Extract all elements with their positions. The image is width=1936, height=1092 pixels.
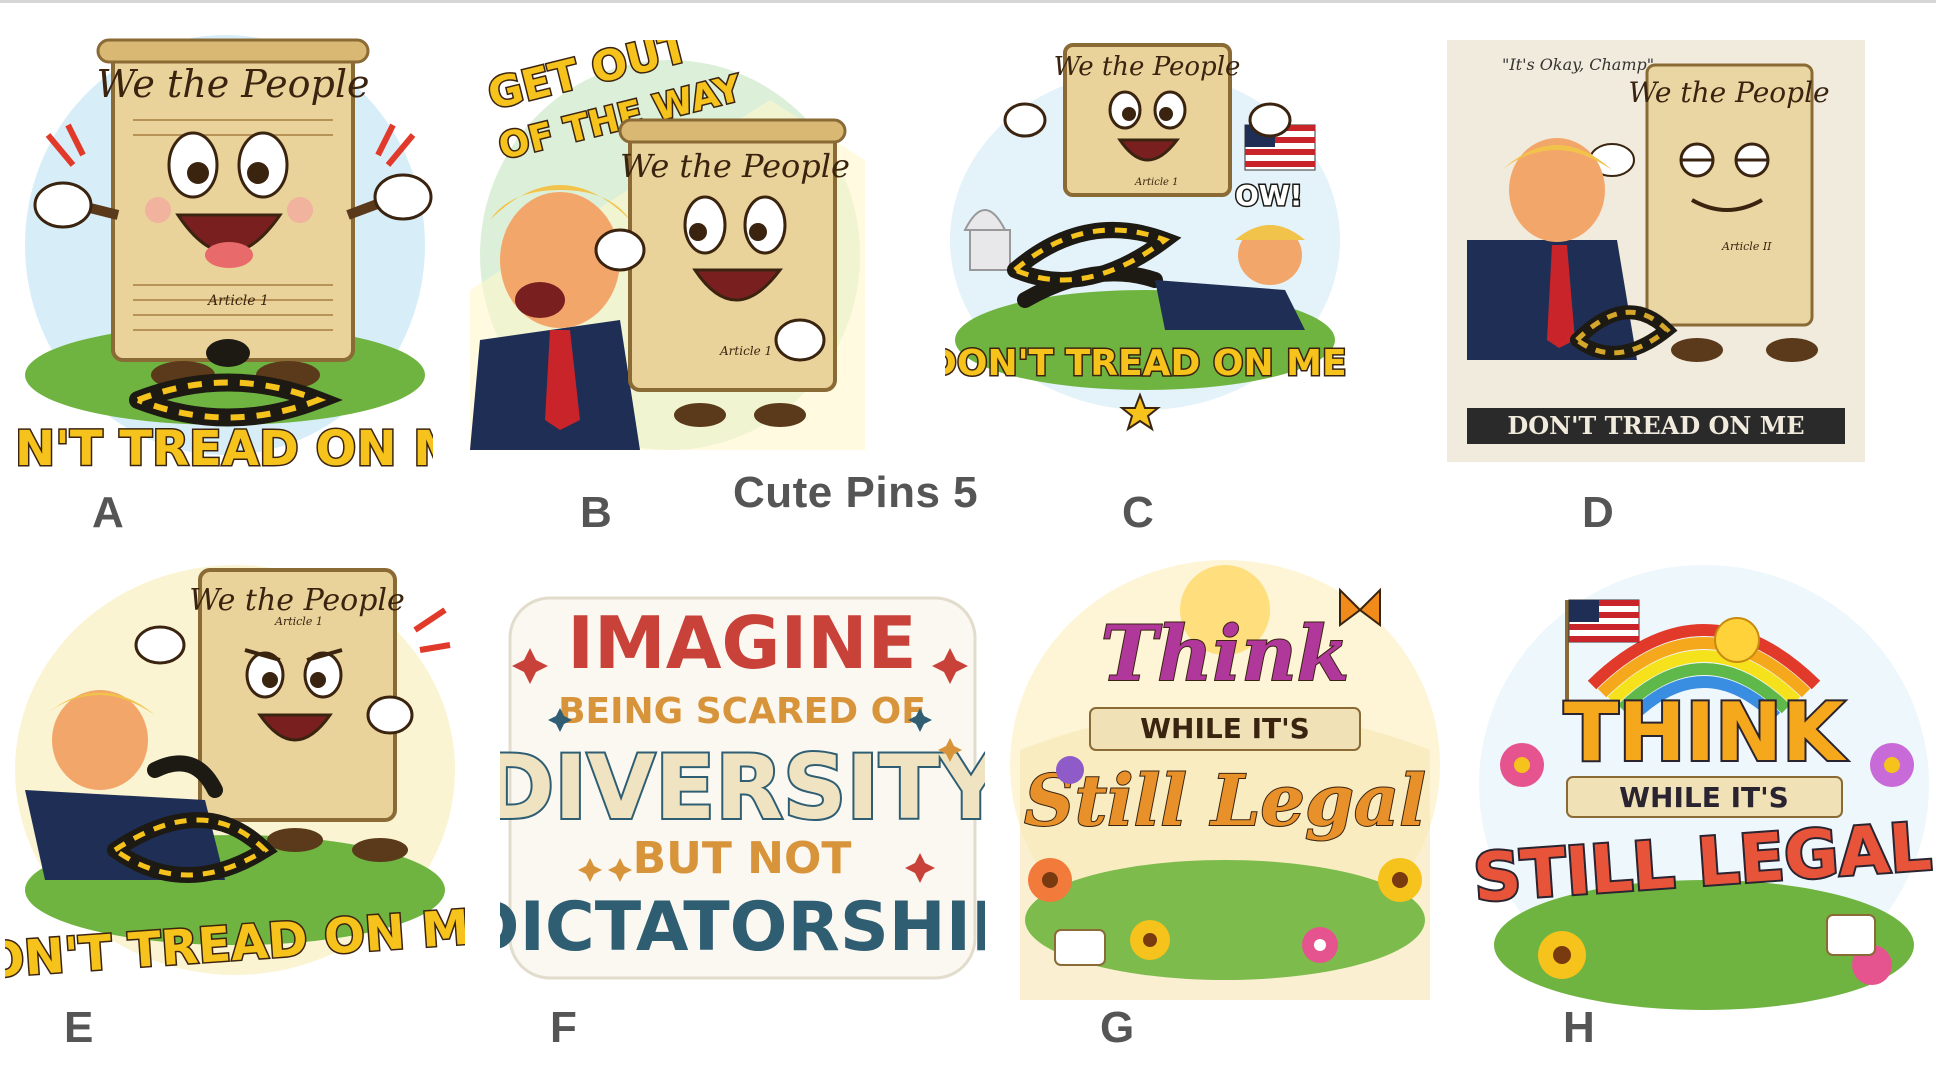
tile-f-line3: DIVERSITY (500, 736, 985, 839)
tile-e-heading: We the People (189, 583, 405, 618)
tile-a-slogan: DON'T TREAD ON ME! (18, 421, 433, 477)
constitution-mascot-illustration-icon: We the People Article 1 N'T TREAD ON (18, 35, 433, 479)
pin-image-f[interactable]: IMAGINE BEING SCARED OF DIVERSITY BUT NO… (500, 588, 985, 988)
tile-g-line2: WHILE IT'S (1140, 712, 1310, 745)
tile-g-line1: Think (1101, 609, 1350, 698)
constitution-pushing-man-illustration-icon: GET OUT OF THE WAY We the People Article… (470, 40, 865, 450)
tile-label-b: B (580, 488, 612, 537)
tile-g-line3: Still Legal (1024, 759, 1426, 842)
tile-d-slogan: DON'T TREAD ON ME (1507, 411, 1804, 440)
typographic-sticker-icon: IMAGINE BEING SCARED OF DIVERSITY BUT NO… (500, 596, 985, 980)
tile-h-line1: THINK (1564, 686, 1847, 779)
floral-lettering-illustration-icon: Think WHILE IT'S Still Legal (1010, 560, 1440, 1000)
tile-label-f: F (550, 1003, 577, 1052)
tile-c-article: Article 1 (1134, 177, 1178, 188)
tile-c-exclaim: OW! (1235, 179, 1302, 212)
tile-label-d: D (1582, 488, 1614, 537)
pin-image-b[interactable]: GET OUT OF THE WAY We the People Article… (470, 40, 865, 450)
tile-label-g: G (1100, 1003, 1135, 1052)
pin-image-h[interactable]: THINK WHILE IT'S STILL LEGAL (1472, 555, 1936, 1027)
tile-f-line2: BEING SCARED OF (558, 691, 926, 732)
pin-image-d[interactable]: "It's Okay, Champ" We the People Article… (1447, 40, 1865, 462)
pin-image-a[interactable]: We the People Article 1 N'T TREAD ON (18, 15, 433, 485)
constitution-snake-illustration-icon: We the People Article 1 OW! DON'T TREAD … (945, 43, 1350, 432)
tile-label-h: H (1563, 1003, 1595, 1052)
tile-b-article: Article 1 (719, 344, 772, 358)
page-title: Cute Pins 5 (733, 468, 979, 517)
tile-d-heading: We the People (1628, 76, 1829, 109)
tile-label-c: C (1122, 488, 1154, 537)
pin-image-c[interactable]: We the People Article 1 OW! DON'T TREAD … (945, 40, 1350, 435)
tile-c-heading: We the People (1054, 52, 1241, 82)
tile-a-heading: We the People (96, 62, 369, 106)
tile-b-heading: We the People (620, 147, 850, 185)
tile-label-e: E (64, 1003, 94, 1052)
tile-label-a: A (92, 488, 124, 537)
pin-image-e[interactable]: We the People Article 1 DON'T TREAD ON M… (5, 550, 465, 995)
constitution-patting-head-illustration-icon: "It's Okay, Champ" We the People Article… (1447, 40, 1865, 462)
tile-d-article: Article II (1721, 240, 1772, 253)
tile-f-line4: BUT NOT (633, 833, 852, 884)
tile-f-line5: DICTATORSHIP (500, 888, 985, 967)
tile-f-line1: IMAGINE (567, 601, 917, 685)
tile-c-slogan: DON'T TREAD ON ME! (945, 343, 1350, 384)
tile-h-line2: WHILE IT'S (1619, 781, 1789, 814)
rainbow-lettering-illustration-icon: THINK WHILE IT'S STILL LEGAL (1472, 565, 1936, 1010)
tile-a-article: Article 1 (206, 293, 269, 309)
top-divider (0, 0, 1936, 3)
tile-d-quote: "It's Okay, Champ" (1502, 55, 1654, 74)
tile-e-article: Article 1 (274, 615, 323, 628)
pin-image-g[interactable]: Think WHILE IT'S Still Legal (1000, 550, 1450, 1000)
constitution-snake-bite-illustration-icon: We the People Article 1 DON'T TREAD ON M… (5, 565, 465, 994)
